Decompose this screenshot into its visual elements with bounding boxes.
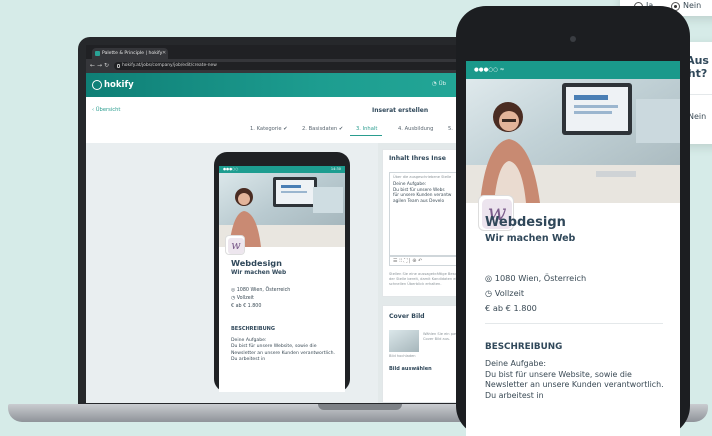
company-logo-badge: w	[225, 235, 245, 255]
job-description: Deine Aufgabe: Du bist für unsere Websit…	[485, 359, 664, 400]
hokify-logo-icon	[92, 80, 102, 90]
w-logo-icon: w	[228, 238, 244, 254]
close-tab-icon[interactable]: ✕	[162, 48, 166, 59]
phone-screen: ●●●○○ ≈ w Webdesign Wir machen Web ◎ 108…	[466, 61, 680, 436]
address-bar[interactable]: hokify.at/jobs/company/job/edit/create-n…	[114, 62, 470, 70]
step-ausbildung[interactable]: 4. Ausbildung	[398, 126, 433, 132]
page-title: Inserat erstellen	[372, 107, 429, 114]
step-basisdaten[interactable]: 2. Basisdaten ✔	[302, 126, 343, 132]
wizard-bar: ‹ Übersicht Inserat erstellen 1. Kategor…	[86, 97, 478, 143]
step-five[interactable]: 5.	[448, 126, 453, 132]
reload-icon[interactable]: ↻	[104, 62, 109, 70]
job-title: Webdesign	[231, 258, 282, 268]
active-step-indicator	[350, 135, 382, 137]
browser-tab-strip: Palette & Principle | hokify ✕	[86, 45, 478, 59]
job-subtitle: Wir machen Web	[485, 233, 576, 244]
option-nein-2: Nein	[688, 112, 707, 121]
back-to-overview-link[interactable]: ‹ Übersicht	[92, 107, 120, 113]
job-type: ◷ Vollzeit	[231, 296, 254, 301]
laptop-notch	[318, 404, 402, 410]
job-description: Deine Aufgabe: Du bist für unsere Websit…	[231, 338, 335, 362]
favicon-icon	[95, 51, 100, 56]
browser-tab[interactable]: Palette & Principle | hokify ✕	[92, 48, 168, 59]
job-type: ◷ Vollzeit	[485, 288, 525, 298]
forward-icon[interactable]: →	[97, 62, 102, 70]
step-inhalt[interactable]: 3. Inhalt	[356, 126, 377, 132]
cover-heading: Cover Bild	[389, 313, 425, 320]
lock-icon	[117, 64, 120, 68]
description-heading: BESCHREIBUNG	[485, 342, 563, 352]
address-bar-url: hokify.at/jobs/company/job/edit/create-n…	[122, 63, 217, 68]
job-location: ◎ 1080 Wien, Österreich	[231, 288, 291, 293]
app-logo[interactable]: hokify	[104, 79, 134, 91]
select-image-button[interactable]: Bild auswählen	[389, 366, 432, 372]
phone-status-bar: ●●●○○ 14:30	[219, 166, 345, 173]
job-title: Webdesign	[485, 215, 566, 230]
job-cover-image	[466, 79, 680, 203]
cover-caption: Bild hochladen	[389, 354, 416, 358]
header-overview-link[interactable]: ◔ Üb	[432, 79, 446, 89]
phone-preview: ●●●○○ 14:30 w Webdesign Wir machen Web ◎…	[214, 152, 350, 392]
phone-status-bar: ●●●○○ ≈	[466, 61, 680, 79]
cover-thumbnail[interactable]	[389, 330, 419, 352]
job-subtitle: Wir machen Web	[231, 270, 287, 276]
phone-preview-screen: ●●●○○ 14:30 w Webdesign Wir machen Web ◎…	[219, 166, 345, 392]
laptop-screen: Palette & Principle | hokify ✕ ← → ↻ hok…	[86, 45, 478, 403]
camera-icon	[570, 36, 576, 42]
browser-toolbar: ← → ↻ hokify.at/jobs/company/job/edit/cr…	[86, 59, 478, 73]
back-icon[interactable]: ←	[90, 62, 95, 70]
content-heading: Inhalt Ihres Inse	[389, 155, 446, 162]
job-location: ◎ 1080 Wien, Österreich	[485, 273, 587, 283]
description-heading: BESCHREIBUNG	[231, 326, 275, 332]
field-caption: Über die ausgeschriebene Stelle	[393, 175, 452, 179]
option-nein-1: Nein	[683, 1, 702, 10]
divider	[485, 323, 663, 324]
step-category[interactable]: 1. Kategorie ✔	[250, 126, 288, 132]
browser-tab-title: Palette & Principle | hokify	[102, 51, 163, 56]
phone-mockup: ●●●○○ ≈ w Webdesign Wir machen Web ◎ 108…	[456, 6, 690, 436]
job-salary: € ab € 1.800	[485, 303, 537, 313]
job-salary: € ab € 1.800	[231, 304, 262, 309]
